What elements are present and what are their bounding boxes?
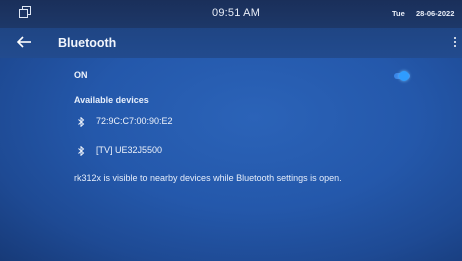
device-name: [TV] UE32J5500: [96, 145, 163, 155]
bluetooth-icon: [78, 146, 85, 156]
bluetooth-toggle-switch[interactable]: [390, 71, 412, 81]
arrow-left-icon[interactable]: [16, 34, 32, 50]
status-bar: 09:51 AM Tue 28-06-2022: [0, 0, 462, 28]
screen-mirror-icon: [19, 6, 31, 18]
device-list-item[interactable]: 72:9C:C7:00:90:E2: [74, 115, 374, 131]
device-list-item[interactable]: [TV] UE32J5500: [74, 144, 374, 160]
bluetooth-icon: [78, 117, 85, 127]
toggle-thumb: [399, 71, 409, 81]
page-title: Bluetooth: [58, 36, 117, 50]
status-date: 28-06-2022: [416, 9, 455, 18]
device-name: 72:9C:C7:00:90:E2: [96, 116, 173, 126]
visibility-note: rk312x is visible to nearby devices whil…: [74, 173, 342, 183]
bluetooth-state-label: ON: [74, 70, 88, 80]
bluetooth-settings-screen: 09:51 AM Tue 28-06-2022 Bluetooth ON Ava…: [0, 0, 462, 261]
app-bar: Bluetooth: [0, 28, 462, 58]
more-vert-icon[interactable]: [454, 36, 460, 50]
status-day: Tue: [392, 9, 405, 18]
available-devices-title: Available devices: [74, 95, 149, 105]
bluetooth-toggle-row[interactable]: ON: [74, 70, 418, 86]
settings-content: ON Available devices 72:9C:C7:00:90:E2 […: [0, 58, 462, 261]
status-time: 09:51 AM: [212, 7, 261, 19]
